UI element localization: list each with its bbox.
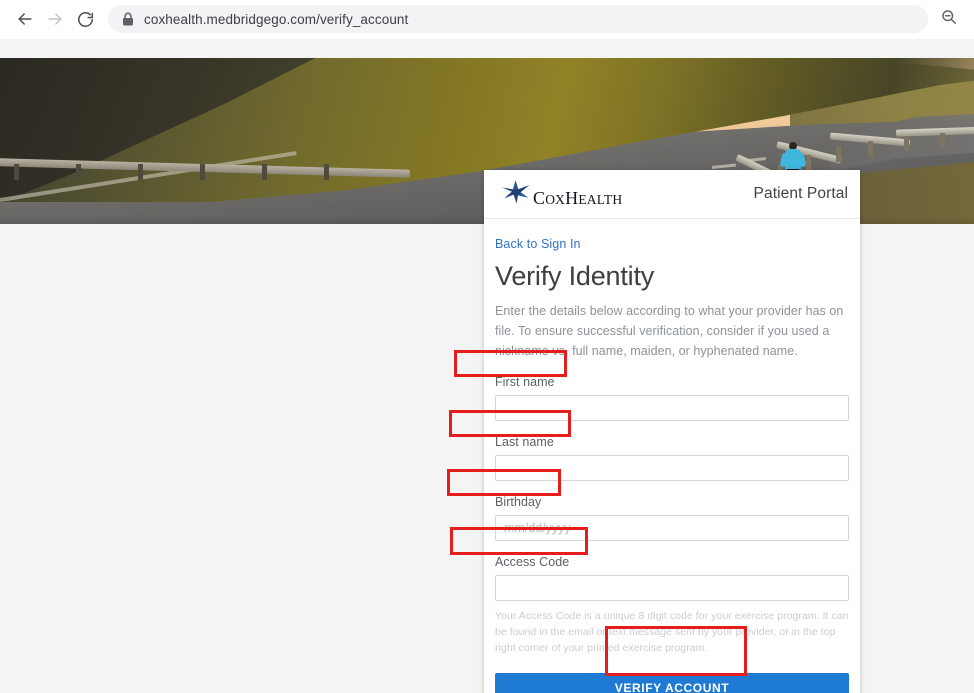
field-birthday: Birthday <box>495 495 849 542</box>
forward-button[interactable] <box>40 4 70 34</box>
page-content: COXHEALTH Patient Portal Back to Sign In… <box>0 39 974 693</box>
access-code-input[interactable] <box>495 575 849 602</box>
browser-toolbar: coxhealth.medbridgego.com/verify_account <box>0 0 974 38</box>
birthday-input[interactable] <box>495 515 849 542</box>
forward-arrow-icon <box>45 9 65 29</box>
zoom-out-magnifier-icon <box>940 8 958 31</box>
brand-name-h: H <box>565 188 579 208</box>
coxhealth-star-logo-icon <box>498 179 532 209</box>
first-name-label: First name <box>495 375 555 390</box>
brand-name-ox: OX <box>545 192 566 207</box>
brand-name-ealth: EALTH <box>578 192 623 207</box>
first-name-input[interactable] <box>495 395 849 422</box>
last-name-label: Last name <box>495 435 554 450</box>
access-code-helper-text: Your Access Code is a unique 8 digit cod… <box>495 610 849 655</box>
field-first-name: First name <box>495 375 849 422</box>
back-to-sign-in-link[interactable]: Back to Sign In <box>495 237 581 251</box>
last-name-input[interactable] <box>495 455 849 482</box>
back-arrow-icon <box>15 9 35 29</box>
reload-button[interactable] <box>70 4 100 34</box>
intro-text: Enter the details below according to wha… <box>495 304 844 358</box>
brand-lockup: COXHEALTH <box>498 179 622 209</box>
field-access-code: Access Code <box>495 555 849 602</box>
patient-portal-label: Patient Portal <box>753 185 848 202</box>
card-header: COXHEALTH Patient Portal <box>484 170 860 219</box>
verify-account-button[interactable]: VERIFY ACCOUNT <box>495 673 849 693</box>
brand-name-text: COXHEALTH <box>533 189 622 207</box>
back-button[interactable] <box>10 4 40 34</box>
reload-icon <box>76 10 95 29</box>
card-body: Back to Sign In Verify Identity Enter th… <box>484 219 860 693</box>
verify-identity-card: COXHEALTH Patient Portal Back to Sign In… <box>484 170 860 693</box>
field-last-name: Last name <box>495 435 849 482</box>
access-code-label: Access Code <box>495 555 570 570</box>
page-title: Verify Identity <box>495 261 655 291</box>
hero-guardrail-left <box>0 154 410 184</box>
brand-name-c: C <box>533 188 546 208</box>
zoom-out-button[interactable] <box>934 4 964 34</box>
birthday-label: Birthday <box>495 495 542 510</box>
address-bar[interactable]: coxhealth.medbridgego.com/verify_account <box>108 5 928 33</box>
url-text: coxhealth.medbridgego.com/verify_account <box>144 11 409 27</box>
lock-icon <box>122 12 134 26</box>
